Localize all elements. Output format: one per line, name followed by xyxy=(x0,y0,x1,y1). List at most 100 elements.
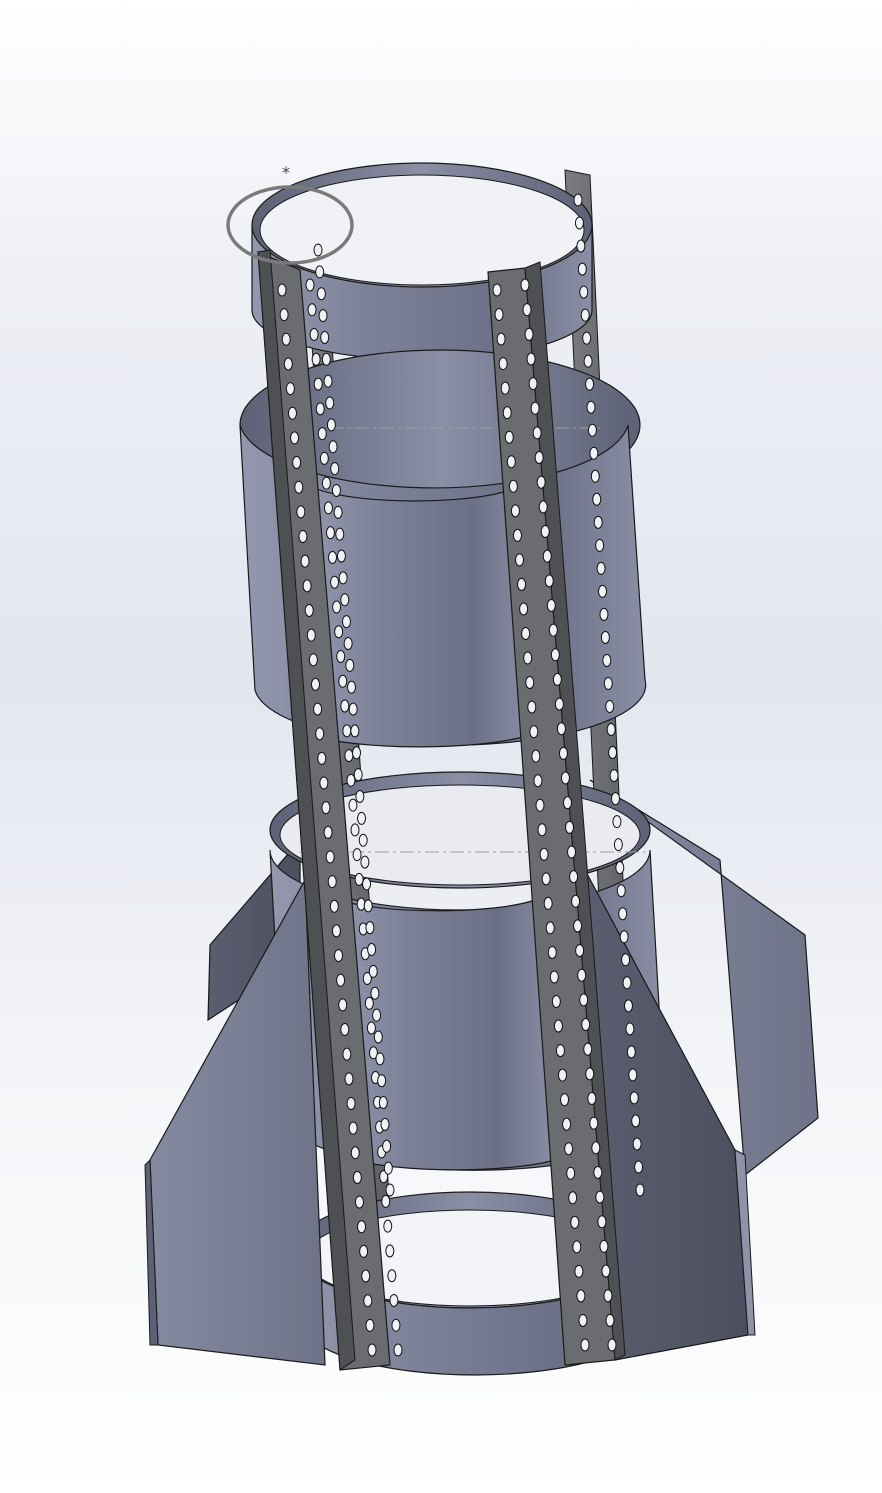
post-hole xyxy=(596,561,606,575)
post-hole xyxy=(370,986,380,1000)
post-hole xyxy=(523,651,533,665)
post-hole xyxy=(552,672,562,686)
post-hole xyxy=(556,722,566,736)
post-hole xyxy=(517,577,527,591)
post-hole xyxy=(317,427,327,441)
post-hole xyxy=(587,1091,597,1105)
post-hole xyxy=(590,469,600,483)
post-hole xyxy=(543,896,553,910)
post-hole xyxy=(634,1160,644,1174)
post-hole xyxy=(546,598,556,612)
post-hole xyxy=(612,815,622,829)
post-hole xyxy=(577,968,587,982)
post-hole xyxy=(362,877,372,891)
post-hole xyxy=(629,1091,639,1105)
post-hole xyxy=(383,1161,393,1175)
post-hole xyxy=(567,845,577,859)
post-hole xyxy=(597,1215,607,1229)
post-hole xyxy=(524,327,534,341)
post-hole xyxy=(378,1096,388,1110)
post-hole xyxy=(526,352,536,366)
post-hole xyxy=(528,377,538,391)
post-hole xyxy=(562,1117,572,1131)
post-hole xyxy=(600,630,610,644)
post-hole xyxy=(335,527,345,541)
post-hole xyxy=(605,700,615,714)
post-hole xyxy=(538,500,548,514)
post-hole xyxy=(277,283,287,297)
post-hole xyxy=(319,776,329,790)
post-hole xyxy=(365,921,375,935)
post-hole xyxy=(329,899,339,913)
post-hole xyxy=(609,769,619,783)
post-hole xyxy=(372,1008,382,1022)
post-hole xyxy=(492,283,502,297)
post-hole xyxy=(338,998,348,1012)
post-hole xyxy=(309,328,319,342)
post-hole xyxy=(393,1343,403,1357)
post-hole xyxy=(342,724,352,738)
post-hole xyxy=(334,949,344,963)
post-hole xyxy=(385,1183,395,1197)
post-hole xyxy=(354,1195,364,1209)
post-hole xyxy=(553,1019,563,1033)
post-hole xyxy=(315,402,325,416)
post-hole xyxy=(380,1117,390,1131)
post-hole xyxy=(355,790,365,804)
post-hole xyxy=(574,1264,584,1278)
post-hole xyxy=(387,1269,397,1283)
post-hole xyxy=(315,727,325,741)
post-hole xyxy=(331,483,341,497)
post-hole xyxy=(579,993,589,1007)
post-hole xyxy=(554,697,564,711)
post-hole xyxy=(358,833,368,847)
post-hole xyxy=(565,820,575,834)
post-hole xyxy=(572,1240,582,1254)
post-hole xyxy=(562,796,572,810)
post-hole xyxy=(338,571,348,585)
post-hole xyxy=(512,528,522,542)
post-hole xyxy=(564,1142,574,1156)
post-hole xyxy=(340,699,350,713)
post-hole xyxy=(292,456,302,470)
post-hole xyxy=(576,1289,586,1303)
post-hole xyxy=(522,303,532,317)
post-hole xyxy=(305,278,315,292)
post-hole xyxy=(323,825,333,839)
band-upper-front[interactable] xyxy=(304,479,531,748)
post-hole xyxy=(607,1338,617,1352)
post-hole xyxy=(510,504,520,518)
post-hole xyxy=(336,650,346,664)
post-hole xyxy=(591,1141,601,1155)
post-hole xyxy=(357,1220,367,1234)
post-hole xyxy=(313,702,323,716)
post-hole xyxy=(348,1121,358,1135)
post-hole xyxy=(346,680,356,694)
post-hole xyxy=(529,725,539,739)
post-hole xyxy=(555,1044,565,1058)
post-hole xyxy=(530,401,540,415)
post-hole xyxy=(353,768,363,782)
post-hole xyxy=(502,406,512,420)
post-hole xyxy=(541,872,551,886)
svg-text:*: * xyxy=(282,163,290,182)
post-hole xyxy=(373,1030,383,1044)
post-hole xyxy=(532,426,542,440)
cad-graphics-viewport[interactable]: * xyxy=(0,0,882,1493)
post-hole xyxy=(344,1072,354,1086)
post-hole xyxy=(315,265,325,279)
rocket-assembly-model[interactable]: * xyxy=(0,0,882,1493)
post-hole xyxy=(610,792,620,806)
post-hole xyxy=(578,1313,588,1327)
post-hole xyxy=(560,1093,570,1107)
post-hole xyxy=(357,811,367,825)
post-hole xyxy=(327,875,337,889)
post-hole xyxy=(520,278,530,292)
post-hole xyxy=(618,907,628,921)
post-hole xyxy=(308,653,318,667)
post-hole xyxy=(558,746,568,760)
post-hole xyxy=(592,492,602,506)
post-hole xyxy=(586,400,596,414)
post-hole xyxy=(325,526,335,540)
post-hole xyxy=(319,451,329,465)
